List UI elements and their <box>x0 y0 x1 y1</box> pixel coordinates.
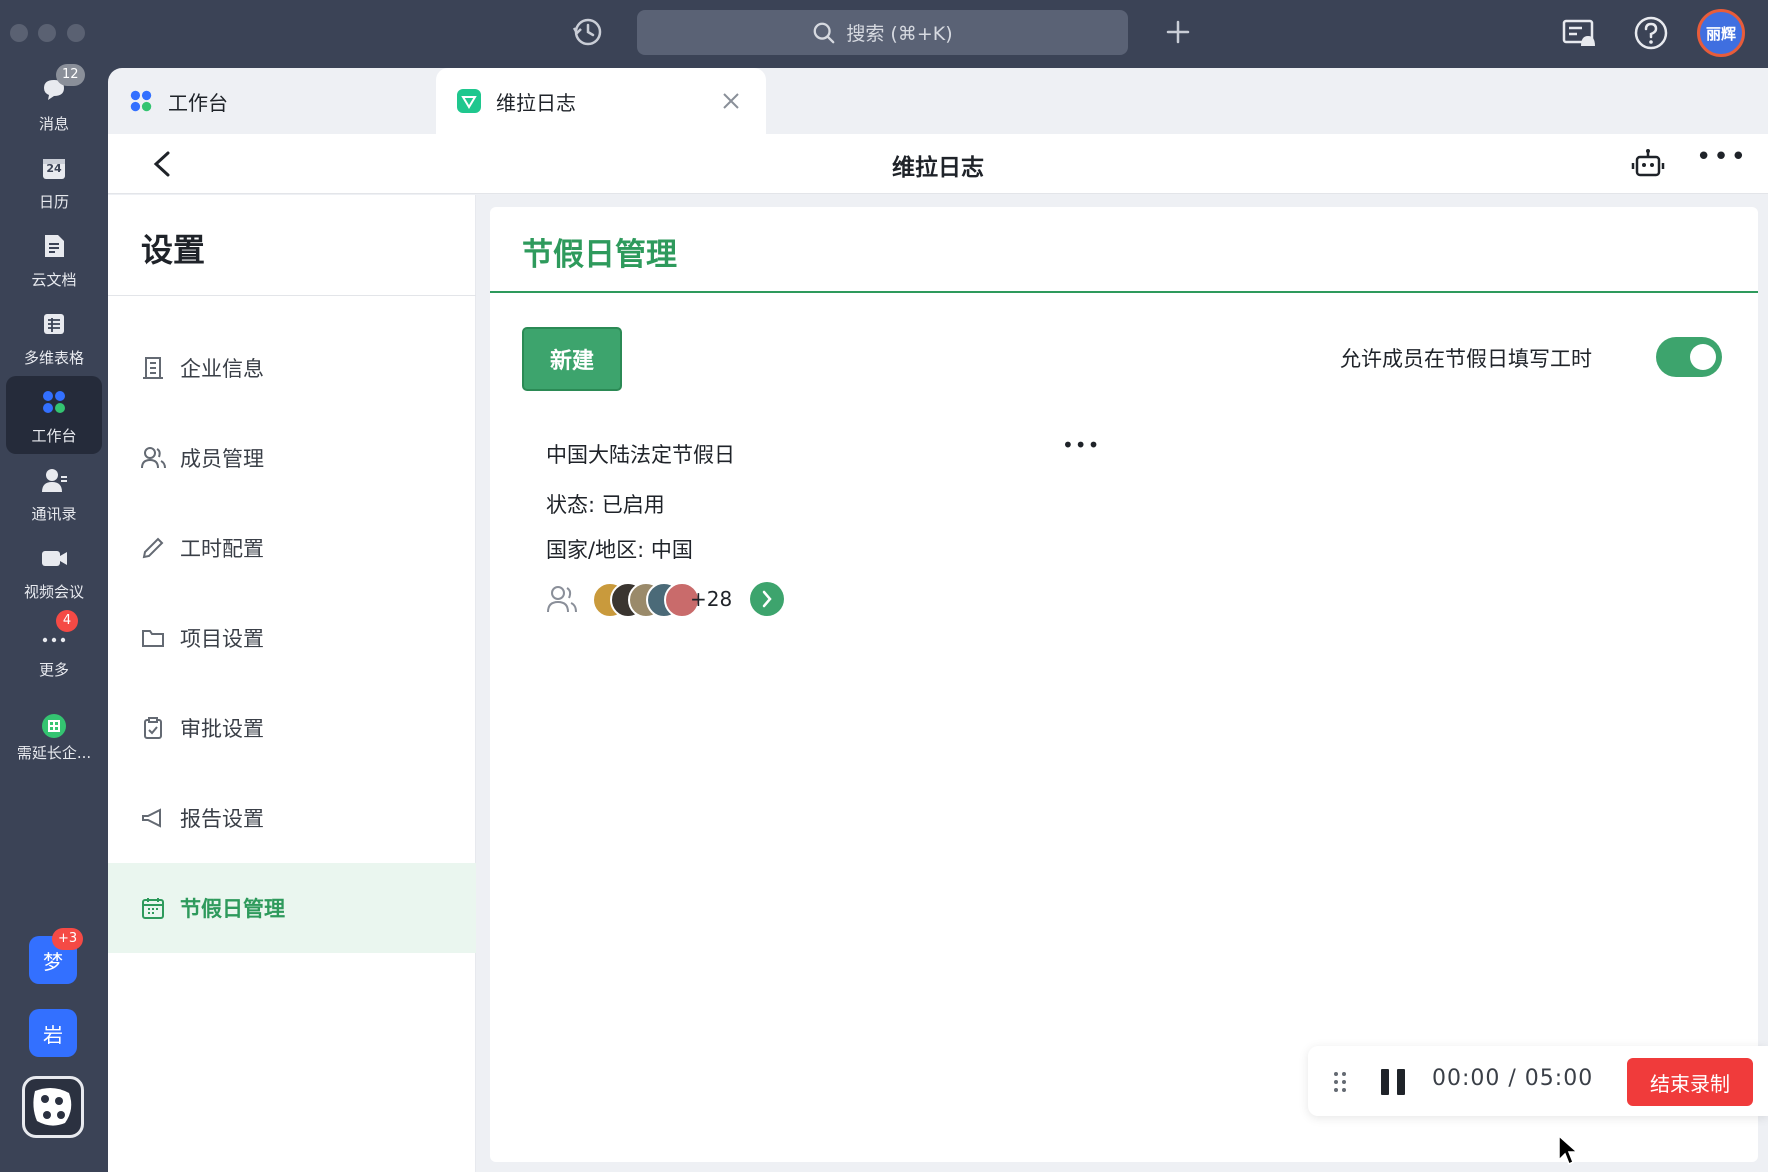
help-icon[interactable] <box>1632 14 1670 52</box>
end-recording-button[interactable]: 结束录制 <box>1627 1058 1753 1106</box>
menu-item-approval-settings[interactable]: 审批设置 <box>108 683 476 773</box>
holiday-card-region: 国家/地区: 中国 <box>546 538 693 562</box>
holiday-card-name: 中国大陆法定节假日 <box>546 443 735 467</box>
content-header: 维拉日志 ••• <box>108 134 1768 194</box>
rail-app-yan[interactable]: 岩 <box>29 1009 77 1057</box>
new-button[interactable]: 新建 <box>522 327 622 391</box>
rail-item-bitable[interactable]: 多维表格 <box>6 298 102 376</box>
contacts-icon <box>42 469 67 492</box>
extra-members-count: +28 <box>690 587 733 611</box>
video-camera-icon <box>42 551 67 566</box>
holiday-card-status: 状态: 已启用 <box>546 493 665 517</box>
search-icon <box>813 22 835 43</box>
villa-log-app-icon <box>457 89 481 113</box>
rail-item-extend-enterprise[interactable]: 需延长企... <box>6 700 102 778</box>
user-avatar[interactable]: 丽辉 <box>1697 9 1745 57</box>
search-box[interactable]: 搜索 (⌘+K) <box>637 10 1128 55</box>
workbench-grid-icon <box>43 391 65 413</box>
megaphone-icon <box>142 808 161 828</box>
bot-icon[interactable] <box>1630 146 1666 182</box>
rail-item-contacts[interactable]: 通讯录 <box>6 454 102 532</box>
rail-item-messages[interactable]: 12 消息 <box>6 64 102 142</box>
enterprise-app-icon <box>42 714 66 738</box>
table-grid-icon <box>44 314 64 334</box>
members-icon <box>547 586 577 613</box>
drag-handle-icon[interactable] <box>1332 1070 1348 1094</box>
members-icon <box>141 447 166 469</box>
holiday-card[interactable]: 中国大陆法定节假日 ••• 状态: 已启用 国家/地区: 中国 +28 <box>522 419 1106 639</box>
window-zoom-button[interactable] <box>67 24 85 42</box>
page-title: 维拉日志 <box>892 155 984 181</box>
allow-holiday-worktime-toggle[interactable] <box>1656 337 1722 377</box>
clipboard-icon <box>144 717 162 739</box>
more-options-icon[interactable]: ••• <box>1696 144 1746 180</box>
history-icon[interactable] <box>570 14 606 50</box>
close-icon[interactable] <box>720 90 742 112</box>
search-label: 搜索 (⌘+K) <box>846 23 953 45</box>
rail-item-video-meeting[interactable]: 视频会议 <box>6 532 102 610</box>
new-tab-plus-icon[interactable] <box>1160 14 1196 50</box>
rail-item-docs[interactable]: 云文档 <box>6 220 102 298</box>
divider <box>108 295 476 296</box>
menu-item-worktime-config[interactable]: 工时配置 <box>108 503 476 593</box>
calendar-icon <box>142 898 164 919</box>
rail-item-calendar[interactable]: 24 日历 <box>6 142 102 220</box>
recording-time: 00:00 / 05:00 <box>1432 1066 1594 1091</box>
tab-villa-log[interactable]: 维拉日志 <box>436 68 766 134</box>
app-meng-badge: +3 <box>52 928 84 950</box>
card-more-icon[interactable]: ••• <box>1062 433 1099 463</box>
title-bar: 搜索 (⌘+K) 丽辉 <box>0 0 1768 64</box>
main-window: 工作台 维拉日志 维拉日志 ••• 设置 企业信息 成员管理 工时配置 项目设置 <box>108 68 1768 1172</box>
workbench-grid-icon <box>130 90 152 112</box>
pencil-icon <box>142 537 164 559</box>
chevron-right-icon <box>762 590 772 608</box>
menu-item-report-settings[interactable]: 报告设置 <box>108 773 476 863</box>
window-minimize-button[interactable] <box>38 24 56 42</box>
mouse-cursor-icon <box>1558 1134 1579 1166</box>
panel-title: 节假日管理 <box>522 237 677 273</box>
rail-item-workbench[interactable]: 工作台 <box>6 376 102 454</box>
holiday-panel: 节假日管理 新建 允许成员在节假日填写工时 中国大陆法定节假日 ••• 状态: … <box>490 207 1758 1162</box>
more-badge: 4 <box>56 610 78 632</box>
window-close-button[interactable] <box>10 24 28 42</box>
members-expand-button[interactable] <box>750 582 784 616</box>
rail-app-pattern-icon[interactable] <box>22 1076 84 1138</box>
notification-board-icon[interactable] <box>1560 14 1598 52</box>
tab-workbench[interactable]: 工作台 <box>108 68 434 134</box>
pause-icon[interactable] <box>1378 1066 1408 1098</box>
messages-badge: 12 <box>56 64 85 86</box>
screen-recorder-bar: 00:00 / 05:00 结束录制 <box>1308 1046 1768 1116</box>
rail-item-more[interactable]: 4 更多 <box>6 610 102 688</box>
building-icon <box>143 357 163 379</box>
folder-icon <box>142 630 164 647</box>
menu-item-project-settings[interactable]: 项目设置 <box>108 593 476 683</box>
toggle-knob <box>1690 344 1716 370</box>
settings-sidebar: 设置 企业信息 成员管理 工时配置 项目设置 审批设置 报告设置 节假日管理 <box>108 195 476 1172</box>
menu-item-enterprise-info[interactable]: 企业信息 <box>108 323 476 413</box>
panel-title-underline <box>490 291 1758 293</box>
document-icon <box>45 235 64 257</box>
menu-item-member-management[interactable]: 成员管理 <box>108 413 476 503</box>
app-rail: 12 消息 24 日历 云文档 多维表格 工作台 通讯录 视频会议 4 更多 需… <box>0 64 108 1172</box>
menu-item-holiday-management[interactable]: 节假日管理 <box>108 863 476 953</box>
settings-title: 设置 <box>141 231 206 269</box>
allow-holiday-worktime-label: 允许成员在节假日填写工时 <box>1340 347 1592 371</box>
